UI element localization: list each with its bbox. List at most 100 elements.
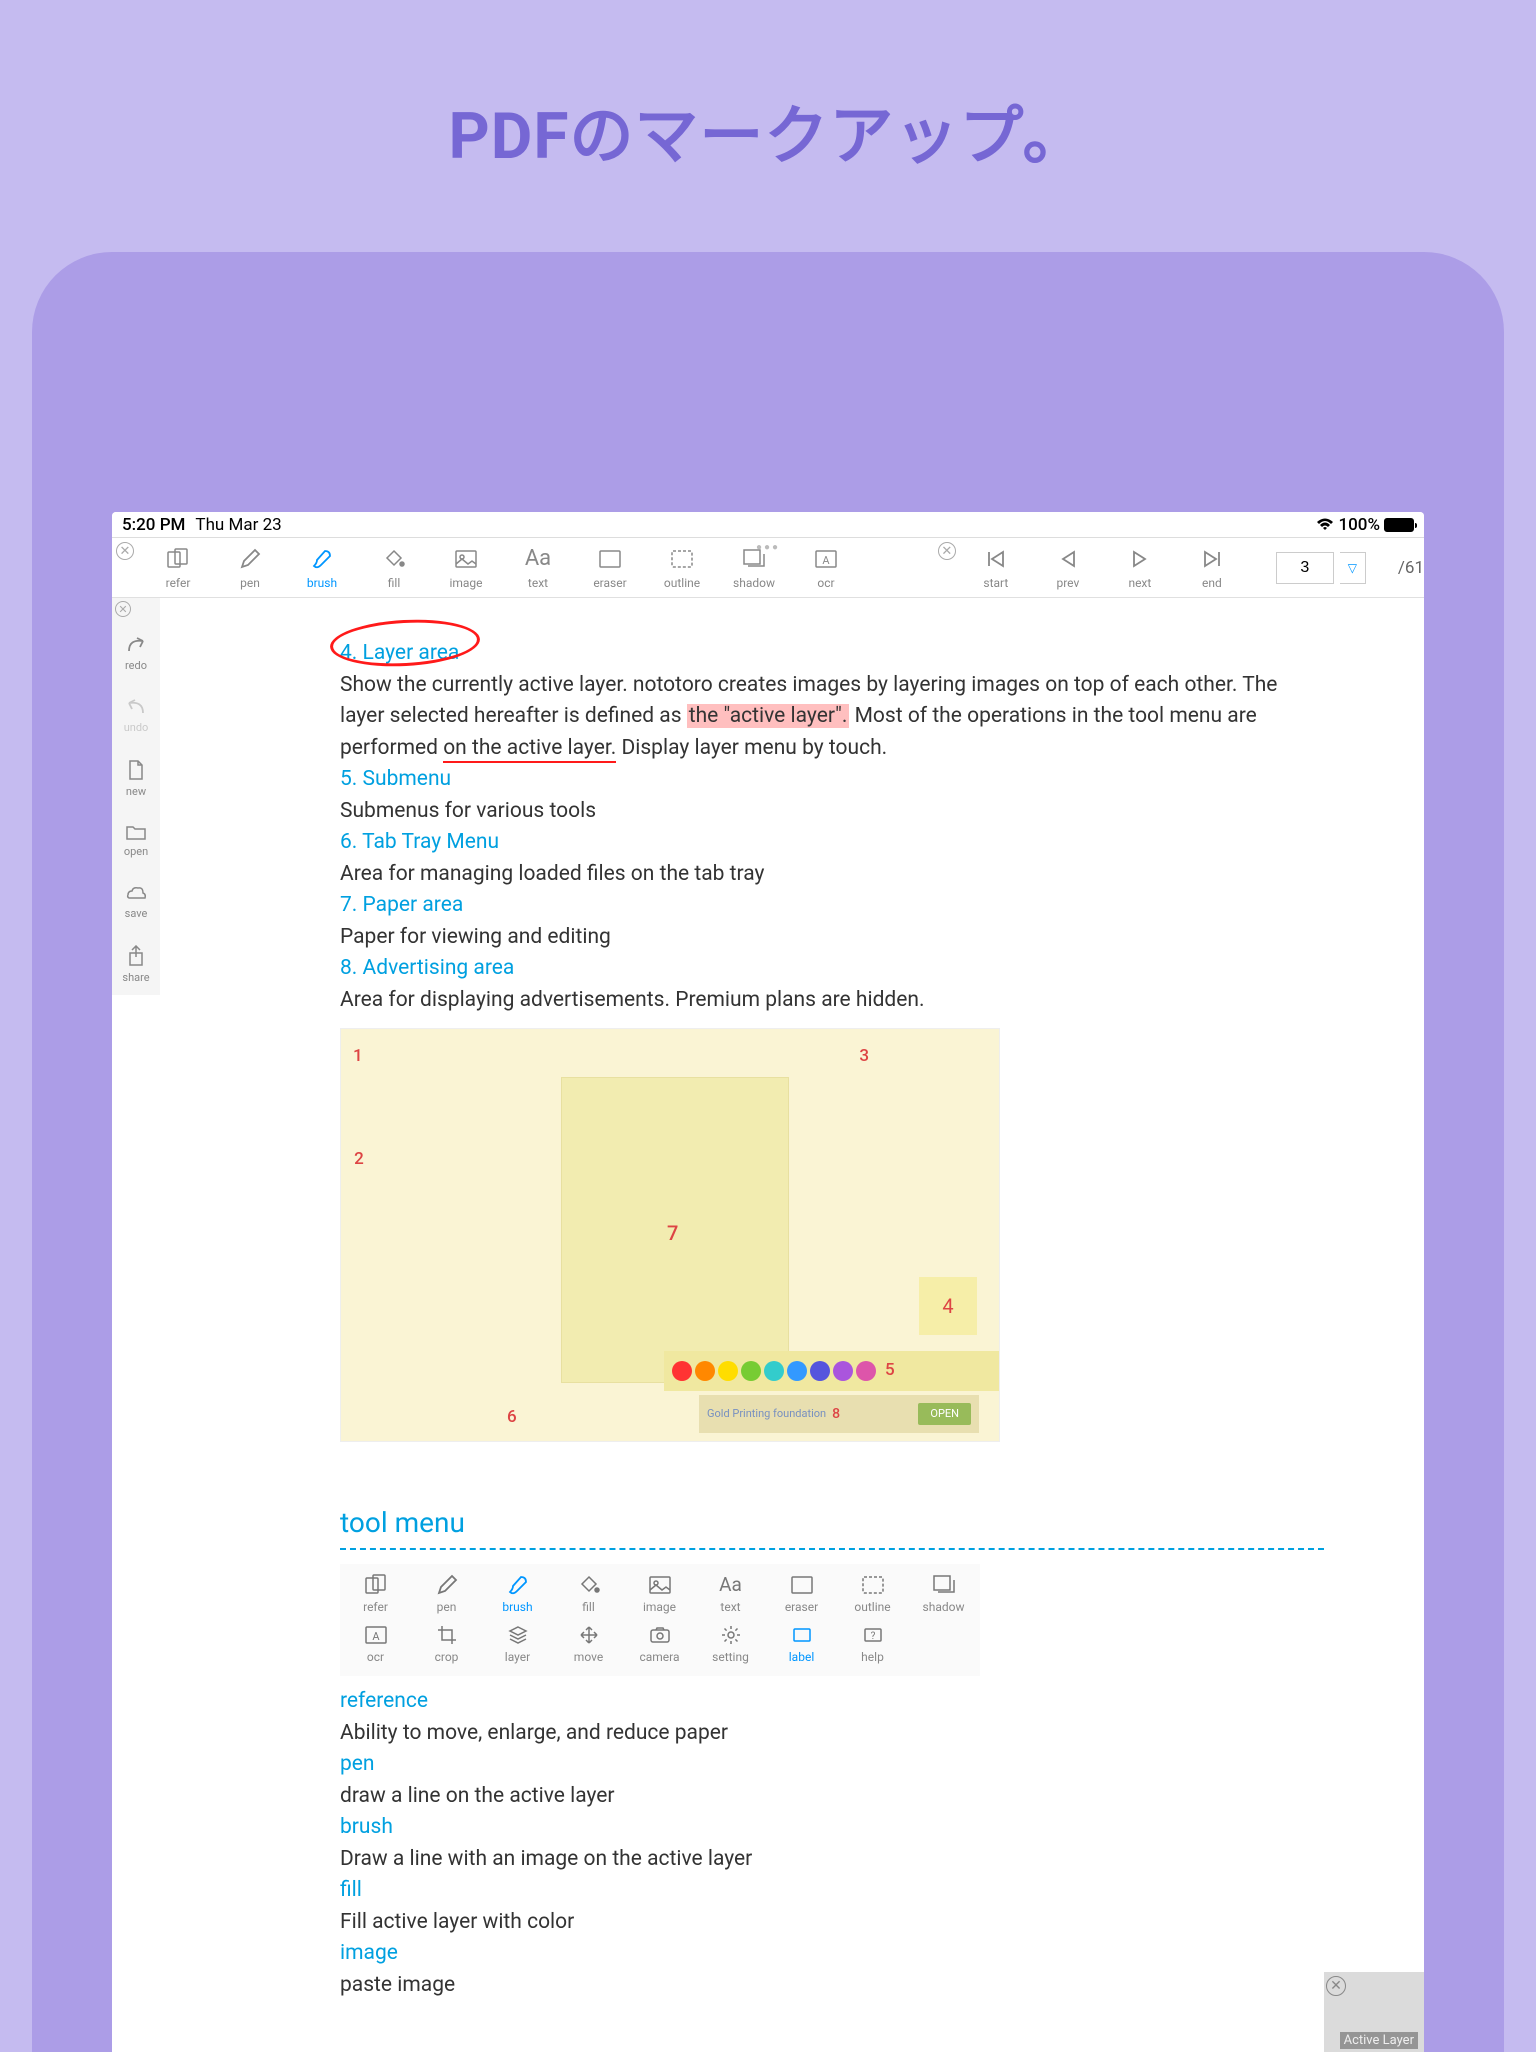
next-icon	[1130, 546, 1150, 572]
def-body: paste image	[340, 1970, 1324, 2002]
section-6-body: Area for managing loaded files on the ta…	[340, 859, 1324, 891]
menu-item-label: outline	[854, 1598, 890, 1616]
menu-item-label: refer	[363, 1598, 388, 1616]
page-dropdown-icon[interactable]: ▽	[1340, 552, 1366, 584]
shadow-icon	[932, 1574, 956, 1596]
outline-button[interactable]: outline	[646, 538, 718, 597]
shot-label-7: 7	[667, 1218, 678, 1248]
menu-item-label: pen	[437, 1598, 457, 1616]
image-label: image	[449, 576, 482, 590]
prev-button[interactable]: prev	[1032, 538, 1104, 597]
menu-item-label: image	[643, 1598, 676, 1616]
status-time: 5:20 PM	[122, 515, 185, 535]
redo-label: redo	[125, 659, 147, 672]
next-label: next	[1128, 576, 1151, 590]
def-body: draw a line on the active layer	[340, 1781, 1324, 1813]
eraser-icon	[598, 546, 622, 572]
close-sidebar-icon[interactable]: ✕	[115, 601, 131, 617]
menu-item-label: label	[789, 1648, 814, 1666]
open-button[interactable]: open	[122, 809, 149, 871]
tool-menu-header: tool menu	[340, 1502, 1324, 1544]
shot-label-1: 1	[353, 1044, 363, 1070]
close-toolbar-left-icon[interactable]: ✕	[116, 542, 134, 560]
pen-button[interactable]: pen	[214, 538, 286, 597]
save-icon	[125, 885, 147, 903]
document-area: 4. Layer area Show the currently active …	[160, 598, 1424, 2052]
menu-item-eraser: eraser	[766, 1570, 837, 1620]
wifi-icon	[1316, 518, 1334, 532]
top-toolbar: ●●● ✕ refer penbrushfill image Aatexteraser…	[112, 538, 1424, 598]
ocr-icon: A	[364, 1624, 388, 1646]
menu-item-label: eraser	[785, 1598, 818, 1616]
next-button[interactable]: next	[1104, 538, 1176, 597]
drag-handle-icon[interactable]: ●●●	[756, 542, 780, 553]
share-button[interactable]: share	[122, 933, 149, 995]
fill-icon	[383, 546, 405, 572]
undo-label: undo	[124, 721, 149, 734]
app-window: 5:20 PM Thu Mar 23 100% ●●● ✕ referpenbr…	[112, 512, 1424, 2052]
new-icon	[127, 759, 145, 781]
ocr-button[interactable]: Aocr	[790, 538, 862, 597]
page-total: /61	[1398, 558, 1424, 578]
prev-label: prev	[1056, 576, 1079, 590]
def-term: image	[340, 1938, 1324, 1970]
menu-item-label: setting	[712, 1648, 749, 1666]
menu-item-label: move	[574, 1648, 603, 1666]
text-icon: Aa	[719, 1574, 742, 1596]
status-bar: 5:20 PM Thu Mar 23 100%	[112, 512, 1424, 538]
text-button[interactable]: Aatext	[502, 538, 574, 597]
menu-item-layer: layer	[482, 1620, 553, 1670]
status-date: Thu Mar 23	[195, 515, 281, 535]
footer-close-icon[interactable]: ✕	[1326, 1976, 1346, 1996]
share-icon	[127, 945, 145, 967]
menu-item-pen: pen	[411, 1570, 482, 1620]
menu-item-label: crop	[435, 1648, 459, 1666]
refer-icon	[364, 1574, 388, 1596]
redo-button[interactable]: redo	[122, 623, 149, 685]
close-toolbar-right-icon[interactable]: ✕	[938, 542, 956, 560]
layer-icon	[508, 1624, 528, 1646]
battery-percent: 100%	[1338, 515, 1380, 535]
share-label: share	[122, 971, 149, 984]
brush-button[interactable]: brush	[286, 538, 358, 597]
menu-item-move: move	[553, 1620, 624, 1670]
fill-button[interactable]: fill	[358, 538, 430, 597]
brush-icon	[507, 1574, 529, 1596]
new-button[interactable]: new	[122, 747, 149, 809]
shot-colorbar: 5	[664, 1351, 999, 1391]
eraser-icon	[790, 1574, 814, 1596]
start-button[interactable]: start	[960, 538, 1032, 597]
image-button[interactable]: image	[430, 538, 502, 597]
def-body: Ability to move, enlarge, and reduce pap…	[340, 1718, 1324, 1750]
outline-icon	[861, 1574, 885, 1596]
def-term: reference	[340, 1686, 1324, 1718]
save-button[interactable]: save	[122, 871, 149, 933]
ocr-label: ocr	[817, 576, 834, 590]
shot-ad: Gold Printing foundation 8 OPEN	[699, 1395, 979, 1433]
menu-item-camera: camera	[624, 1620, 695, 1670]
page-number-input[interactable]	[1276, 552, 1334, 584]
def-term: fill	[340, 1875, 1324, 1907]
section-6-title: 6. Tab Tray Menu	[340, 827, 1324, 859]
shot-label-5: 5	[885, 1358, 895, 1384]
shot-label-8: 8	[832, 1404, 840, 1425]
pen-icon	[239, 546, 261, 572]
end-button[interactable]: end	[1176, 538, 1248, 597]
setting-icon	[721, 1624, 741, 1646]
camera-icon	[649, 1624, 671, 1646]
menu-item-label: layer	[505, 1648, 530, 1666]
highlight-active-layer: the "active layer".	[687, 704, 850, 728]
menu-item-crop: crop	[411, 1620, 482, 1670]
undo-button[interactable]: undo	[122, 685, 149, 747]
refer-label: refer	[166, 576, 191, 590]
shot-paper: 7	[561, 1077, 789, 1383]
refer-button[interactable]: refer	[142, 538, 214, 597]
outline-label: outline	[664, 576, 700, 590]
def-body: Draw a line with an image on the active …	[340, 1844, 1324, 1876]
def-term: brush	[340, 1812, 1324, 1844]
page-input-group: ▽ /61	[1276, 538, 1424, 597]
def-body: Fill active layer with color	[340, 1907, 1324, 1939]
menu-item-label: help	[861, 1648, 884, 1666]
eraser-button[interactable]: eraser	[574, 538, 646, 597]
help-icon: ?	[863, 1624, 883, 1646]
